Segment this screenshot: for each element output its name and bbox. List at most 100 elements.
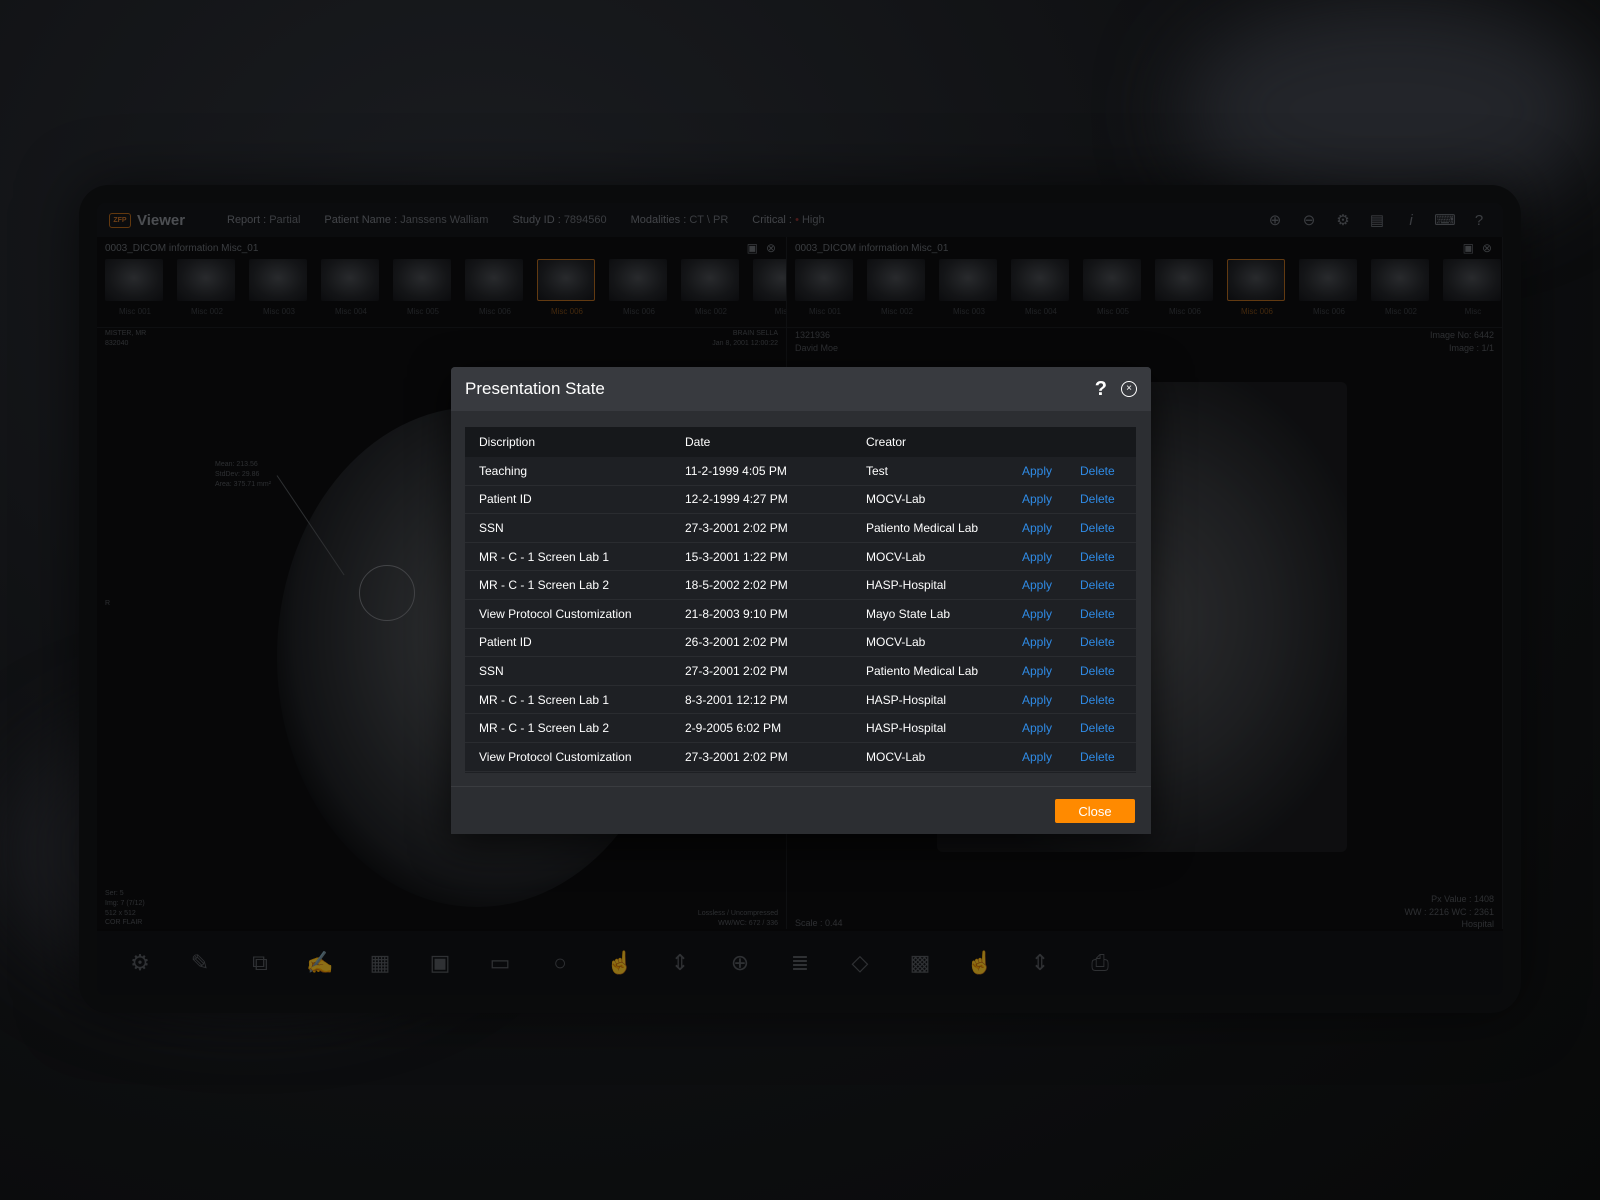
stack-icon[interactable]: ▣ xyxy=(747,241,758,255)
thumbnail[interactable]: Misc 003 xyxy=(939,259,999,321)
delete-link[interactable]: Delete xyxy=(1080,750,1130,764)
thumbnail[interactable]: Misc 006 xyxy=(609,259,669,321)
gear-icon[interactable]: ⚙ xyxy=(125,948,155,978)
apply-link[interactable]: Apply xyxy=(1022,635,1080,649)
critical-field: Critical : • High xyxy=(752,214,825,226)
delete-link[interactable]: Delete xyxy=(1080,521,1130,535)
thumbnail-label: Misc 006 xyxy=(1168,307,1201,316)
thumbnail[interactable]: Misc 004 xyxy=(321,259,381,321)
thumbnail-label: Misc 006 xyxy=(550,307,583,316)
thumbnail[interactable]: Misc 002 xyxy=(1371,259,1431,321)
table-row[interactable]: MR - C - 1 Screen Lab 1 8-3-2001 12:12 PM… xyxy=(465,686,1136,715)
edit-icon[interactable]: ✎ xyxy=(185,948,215,978)
table-row[interactable]: Patient ID 26-3-2001 2:02 PM MOCV-Lab Apply… xyxy=(465,629,1136,658)
report-icon[interactable]: ▤ xyxy=(1367,210,1387,230)
delete-link[interactable]: Delete xyxy=(1080,492,1130,506)
thumbnail-label: Misc xyxy=(1464,307,1482,316)
thumbnail[interactable]: Misc 001 xyxy=(795,259,855,321)
close-icon[interactable]: ⊗ xyxy=(1482,241,1492,255)
help-icon[interactable]: ? xyxy=(1095,378,1107,401)
delete-link[interactable]: Delete xyxy=(1080,635,1130,649)
thumbnail[interactable]: Misc 006 xyxy=(465,259,525,321)
apply-link[interactable]: Apply xyxy=(1022,578,1080,592)
apply-link[interactable]: Apply xyxy=(1022,721,1080,735)
close-icon[interactable]: × xyxy=(1121,381,1137,397)
document-icon[interactable]: ▦ xyxy=(365,948,395,978)
annotation-icon[interactable]: ✍ xyxy=(305,948,335,978)
thumbnail[interactable]: Misc 006 xyxy=(1299,259,1359,321)
scroll-icon[interactable]: ⇕ xyxy=(665,948,695,978)
thumbnail[interactable]: Misc 002 xyxy=(867,259,927,321)
close-icon[interactable]: ⊗ xyxy=(766,241,776,255)
thumbnail[interactable]: Misc 006 xyxy=(1227,259,1287,321)
table-row[interactable]: MR - C - 1 Screen Lab 2 2-9-2005 6:02 PM H… xyxy=(465,714,1136,743)
apply-link[interactable]: Apply xyxy=(1022,607,1080,621)
delete-link[interactable]: Delete xyxy=(1080,664,1130,678)
print-icon[interactable]: ⎙ xyxy=(1085,948,1115,978)
cell-creator: HASP-Hospital xyxy=(866,692,947,707)
save-icon[interactable]: ▣ xyxy=(425,948,455,978)
thumbnail[interactable]: Misc 005 xyxy=(393,259,453,321)
thumbnail[interactable]: Misc 005 xyxy=(1083,259,1143,321)
keyboard-icon[interactable]: ⌨ xyxy=(1434,210,1456,230)
thumbnail[interactable]: Misc 002 xyxy=(681,259,741,321)
layers-icon[interactable]: ◇ xyxy=(845,948,875,978)
thumbnail-label: Misc xyxy=(774,307,786,316)
apply-link[interactable]: Apply xyxy=(1022,664,1080,678)
thumbnail-image xyxy=(1155,259,1213,301)
table-row[interactable]: View Protocol Customization 21-8-2003 9:1… xyxy=(465,600,1136,629)
thumbnail-label: Misc 006 xyxy=(1240,307,1273,316)
touch-icon[interactable]: ☝ xyxy=(605,948,635,978)
touch-icon[interactable]: ☝ xyxy=(965,948,995,978)
table-row[interactable]: SSN 27-3-2001 2:02 PM Patiento Medical Lab… xyxy=(465,514,1136,543)
roi-circle[interactable] xyxy=(359,565,415,621)
help-icon[interactable]: ? xyxy=(1469,210,1489,230)
delete-link[interactable]: Delete xyxy=(1080,550,1130,564)
apply-link[interactable]: Apply xyxy=(1022,492,1080,506)
delete-link[interactable]: Delete xyxy=(1080,607,1130,621)
thumbnail[interactable]: Misc 006 xyxy=(1155,259,1215,321)
table-row[interactable]: Patient ID 12-2-1999 4:27 PM MOCV-Lab Apply… xyxy=(465,486,1136,515)
thumbnail[interactable]: Misc 004 xyxy=(1011,259,1071,321)
report-field: Report : Partial xyxy=(227,214,301,226)
apply-link[interactable]: Apply xyxy=(1022,521,1080,535)
stack-icon[interactable]: ▣ xyxy=(1463,241,1474,255)
scroll-icon[interactable]: ⇕ xyxy=(1025,948,1055,978)
download-icon[interactable]: ⊖ xyxy=(1299,210,1319,230)
apply-link[interactable]: Apply xyxy=(1022,750,1080,764)
gear-icon[interactable]: ⚙ xyxy=(1333,210,1353,230)
delete-link[interactable]: Delete xyxy=(1080,578,1130,592)
folder-icon[interactable]: ▭ xyxy=(485,948,515,978)
upload-icon[interactable]: ⊕ xyxy=(1265,210,1285,230)
thumbnail[interactable]: Misc xyxy=(1443,259,1502,321)
cell-date: 27-3-2001 2:02 PM xyxy=(685,663,788,678)
close-button[interactable]: Close xyxy=(1055,799,1135,823)
table-row[interactable]: MR - C - 1 Screen Lab 2 18-5-2002 2:02 PM… xyxy=(465,571,1136,600)
thumbnail[interactable]: Misc 002 xyxy=(177,259,237,321)
layers-stack-icon[interactable]: ⧉ xyxy=(245,948,275,978)
apply-link[interactable]: Apply xyxy=(1022,550,1080,564)
cell-date: 11-2-1999 4:05 PM xyxy=(685,463,787,478)
cell-description: View Protocol Customization xyxy=(479,749,632,764)
grid-icon[interactable]: ▩ xyxy=(905,948,935,978)
thumbnail-strip: Misc 001 Misc 002 Misc 003 Misc 004 Misc 005… xyxy=(105,259,786,321)
table-row[interactable]: View Protocol Customization 27-3-2001 2:0… xyxy=(465,743,1136,772)
modalities-field: Modalities : CT \ PR xyxy=(630,214,729,226)
pane-controls: ▣ ⊗ xyxy=(747,241,776,255)
apply-link[interactable]: Apply xyxy=(1022,693,1080,707)
apply-link[interactable]: Apply xyxy=(1022,464,1080,478)
search-icon[interactable]: ○ xyxy=(545,948,575,978)
stack-scroll-icon[interactable]: ≣ xyxy=(785,948,815,978)
table-row[interactable]: Teaching 11-2-1999 4:05 PM Test Apply Delete xyxy=(465,457,1136,486)
delete-link[interactable]: Delete xyxy=(1080,693,1130,707)
thumbnail[interactable]: Misc 006 xyxy=(537,259,597,321)
thumbnail[interactable]: Misc 003 xyxy=(249,259,309,321)
delete-link[interactable]: Delete xyxy=(1080,464,1130,478)
info-icon[interactable]: i xyxy=(1401,210,1421,230)
thumbnail[interactable]: Misc xyxy=(753,259,786,321)
crosshair-icon[interactable]: ⊕ xyxy=(725,948,755,978)
thumbnail[interactable]: Misc 001 xyxy=(105,259,165,321)
delete-link[interactable]: Delete xyxy=(1080,721,1130,735)
table-row[interactable]: SSN 27-3-2001 2:02 PM Patiento Medical Lab… xyxy=(465,657,1136,686)
table-row[interactable]: MR - C - 1 Screen Lab 1 15-3-2001 1:22 PM… xyxy=(465,543,1136,572)
